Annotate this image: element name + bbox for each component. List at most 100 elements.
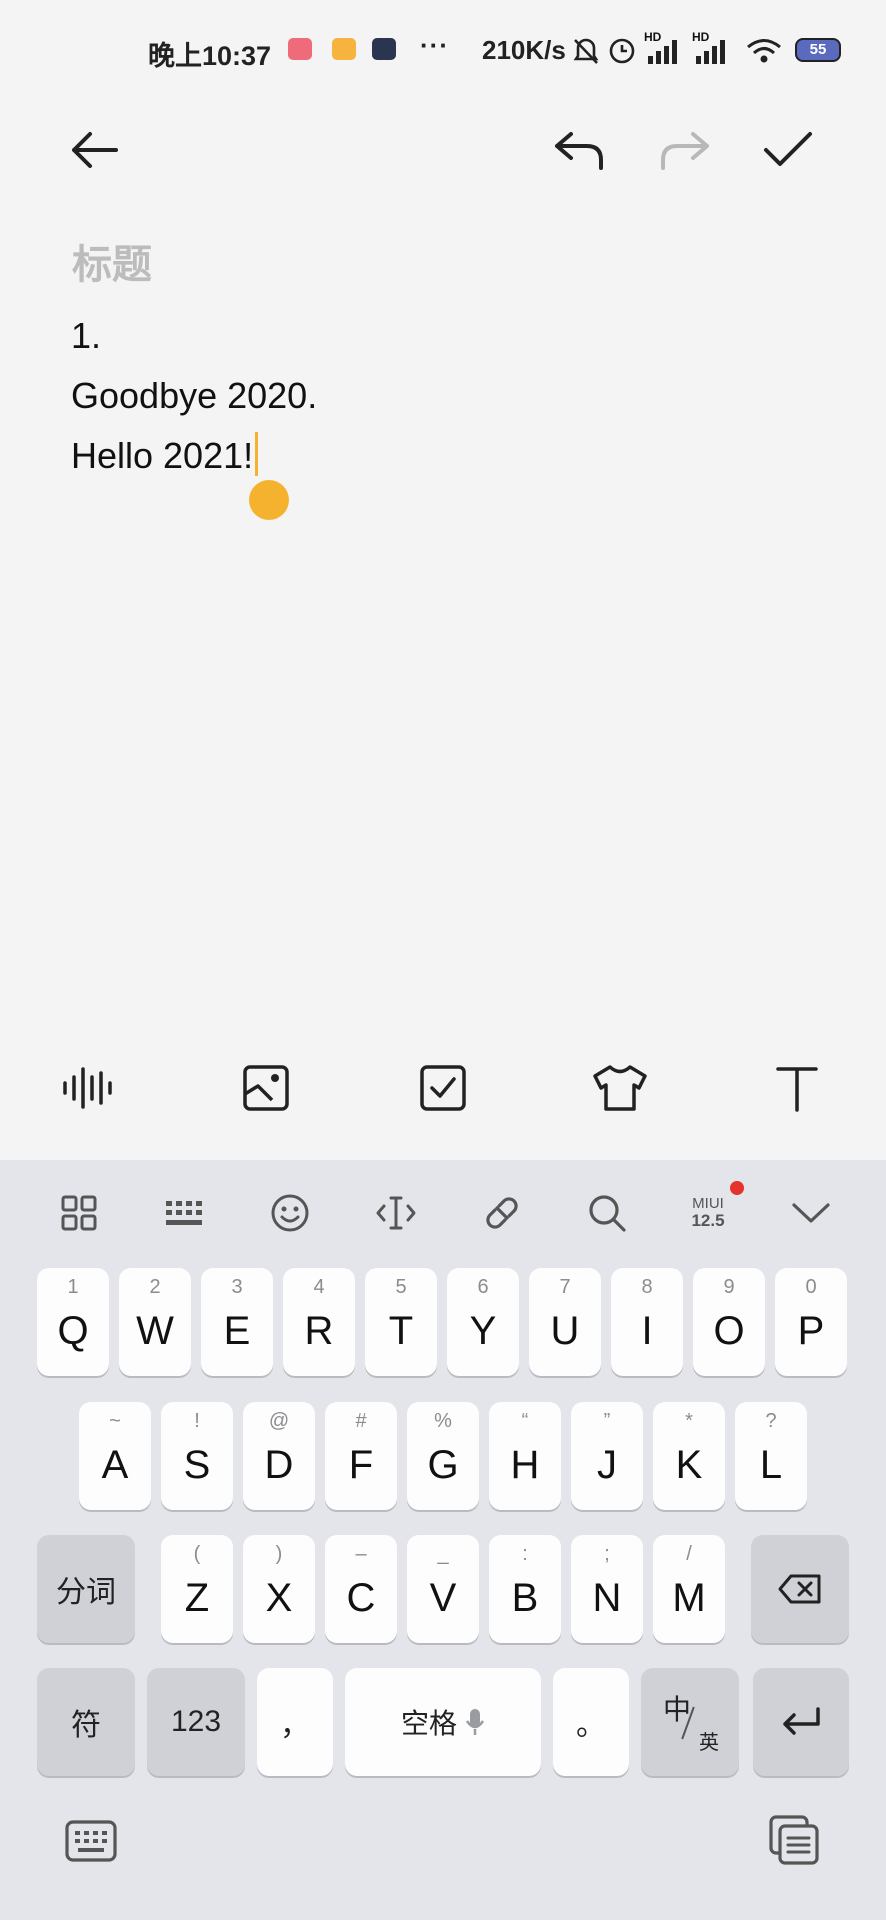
key-h-label: H (510, 1442, 540, 1487)
backspace-key[interactable] (751, 1535, 849, 1643)
alarm-icon (609, 38, 635, 64)
key-g-alt: % (434, 1410, 452, 1432)
note-line: 1. (71, 315, 102, 356)
kb-link-button[interactable] (477, 1188, 527, 1238)
back-button[interactable] (64, 120, 124, 180)
key-t[interactable]: 5T (365, 1268, 437, 1376)
key-r-label: R (304, 1308, 334, 1353)
collapse-chevron-icon (792, 1203, 830, 1223)
kb-emoji-button[interactable] (265, 1188, 315, 1238)
keyboard-layout-icon (166, 1201, 202, 1225)
key-s-label: S (183, 1442, 211, 1487)
key-b[interactable]: :B (489, 1535, 561, 1643)
key-c-label: C (346, 1575, 376, 1620)
arrow-left-icon (72, 132, 118, 168)
note-line: Hello 2021! (71, 426, 317, 486)
space-key[interactable]: 空格 (345, 1668, 541, 1776)
key-u-alt: 7 (559, 1276, 571, 1298)
key-d[interactable]: @ D (243, 1402, 315, 1510)
key-k[interactable]: * K (653, 1402, 725, 1510)
note-line-text: Hello 2021! (71, 435, 254, 476)
kb-layout-button[interactable] (160, 1188, 210, 1238)
language-switch-key[interactable]: 中 英 (641, 1668, 739, 1776)
comma-key[interactable]: ， (257, 1668, 333, 1776)
key-o-label: O (713, 1308, 745, 1353)
checklist-button[interactable] (412, 1057, 474, 1119)
numbers-key-label: 123 (170, 1705, 222, 1738)
key-l-alt: ? (765, 1410, 777, 1432)
search-icon (589, 1195, 626, 1232)
kb-search-button[interactable] (582, 1188, 632, 1238)
key-i[interactable]: 8I (611, 1268, 683, 1376)
key-e[interactable]: 3E (201, 1268, 273, 1376)
key-z[interactable]: (Z (161, 1535, 233, 1643)
done-button[interactable] (758, 120, 818, 180)
kb-cursor-button[interactable] (371, 1188, 421, 1238)
microphone-icon (465, 1709, 485, 1735)
key-a[interactable]: ~ A (79, 1402, 151, 1510)
cursor-handle[interactable] (249, 480, 289, 520)
key-k-label: K (675, 1442, 703, 1487)
key-x-alt: ) (275, 1543, 283, 1565)
key-q-alt: 1 (67, 1276, 79, 1298)
note-title-input[interactable]: 标题 (72, 232, 152, 290)
kb-grid-button[interactable] (54, 1188, 104, 1238)
key-q-label: Q (57, 1308, 89, 1353)
key-p[interactable]: 0P (775, 1268, 847, 1376)
key-g-label: G (427, 1442, 459, 1487)
image-button[interactable] (235, 1057, 297, 1119)
key-g[interactable]: % G (407, 1402, 479, 1510)
segment-key-label: 分词 (56, 1575, 116, 1610)
key-n[interactable]: ; N (571, 1535, 643, 1643)
key-e-label: E (223, 1308, 251, 1353)
key-o[interactable]: 9O (693, 1268, 765, 1376)
miui-label: MIUI (692, 1195, 724, 1212)
key-v[interactable]: _ V (407, 1535, 479, 1643)
app-notification-icon (288, 38, 312, 60)
hide-keyboard-button[interactable] (62, 1816, 120, 1866)
period-key[interactable]: 。 (553, 1668, 629, 1776)
symbols-key[interactable]: 符 (37, 1668, 135, 1776)
key-x[interactable]: ) X (243, 1535, 315, 1643)
text-format-button[interactable] (766, 1057, 828, 1119)
key-i-label: I (641, 1308, 653, 1353)
numbers-key[interactable]: 123 (147, 1668, 245, 1776)
redo-button[interactable] (654, 120, 714, 180)
miui-version: 12.5 (691, 1211, 725, 1230)
key-c[interactable]: – C (325, 1535, 397, 1643)
key-f[interactable]: # F (325, 1402, 397, 1510)
key-a-alt: ~ (109, 1410, 121, 1432)
key-b-label: B (511, 1575, 539, 1620)
key-u-label: U (550, 1308, 580, 1353)
key-a-label: A (101, 1442, 129, 1487)
more-notifications: ··· (420, 30, 449, 60)
key-m[interactable]: / M (653, 1535, 725, 1643)
lang-en-label: 英 (699, 1730, 719, 1754)
text-format-icon (776, 1067, 818, 1112)
key-j[interactable]: ” J (571, 1402, 643, 1510)
kb-collapse-button[interactable] (786, 1188, 836, 1238)
note-body-editor[interactable]: 1. Goodbye 2020. Hello 2021! (71, 306, 317, 486)
key-u[interactable]: 7U (529, 1268, 601, 1376)
key-y[interactable]: 6Y (447, 1268, 519, 1376)
enter-key[interactable] (753, 1668, 849, 1776)
key-o-alt: 9 (723, 1276, 735, 1298)
status-time: 晚上10:37 (148, 41, 272, 71)
key-w[interactable]: 2W (119, 1268, 191, 1376)
key-l[interactable]: ? L (735, 1402, 807, 1510)
text-cursor (255, 432, 259, 476)
key-t-alt: 5 (395, 1276, 407, 1298)
key-q[interactable]: 1Q (37, 1268, 109, 1376)
key-f-alt: # (355, 1410, 367, 1432)
segment-key[interactable]: 分词 (37, 1535, 135, 1643)
key-s[interactable]: ! S (161, 1402, 233, 1510)
miui-logo[interactable]: MIUI 12.5 (683, 1188, 733, 1238)
clipboard-button[interactable] (766, 1812, 822, 1868)
key-c-alt: – (355, 1543, 367, 1565)
key-h[interactable]: “H (489, 1402, 561, 1510)
key-e-alt: 3 (231, 1276, 243, 1298)
theme-button[interactable] (589, 1057, 651, 1119)
audio-button[interactable] (58, 1057, 120, 1119)
key-r[interactable]: 4R (283, 1268, 355, 1376)
undo-button[interactable] (550, 120, 610, 180)
